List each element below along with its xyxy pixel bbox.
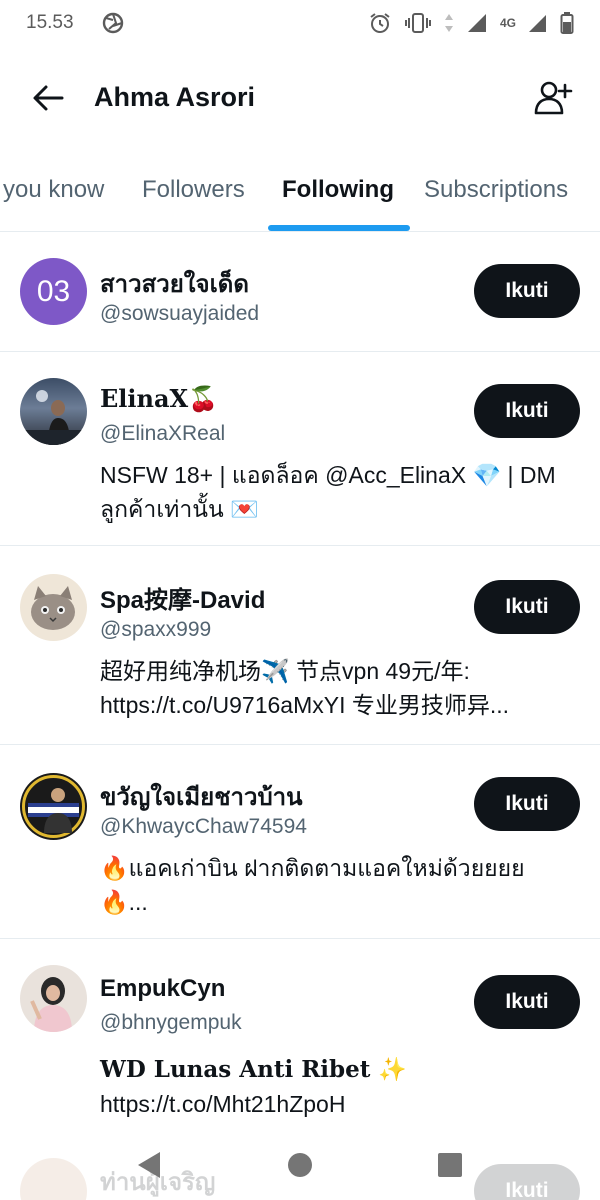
profile-header: Ahma Asrori <box>0 62 600 134</box>
add-user-icon <box>534 81 573 115</box>
follow-button[interactable]: Ikuti <box>474 975 580 1029</box>
signal-2-icon <box>528 12 548 34</box>
battery-icon <box>560 11 574 35</box>
bio-line: 超好用纯净机场✈️ 节点vpn 49元/年: <box>100 658 470 684</box>
avatar-logo <box>22 775 85 838</box>
user-name: ขวัญใจเมียชาวบ้าน <box>100 782 303 811</box>
user-handle: @bhnygempuk <box>100 1011 242 1034</box>
nav-home-button[interactable] <box>283 1148 317 1182</box>
add-user-button[interactable] <box>532 76 576 120</box>
avatar-cat-illustration <box>31 586 75 630</box>
circle-home-icon <box>288 1153 312 1177</box>
avatar-initials: 03 <box>36 274 71 308</box>
user-handle: @KhwaycChaw74594 <box>100 815 307 838</box>
alarm-icon <box>368 11 392 35</box>
avatar[interactable]: 03 <box>20 258 87 325</box>
system-nav-bar <box>0 1130 600 1200</box>
tab-you-know[interactable]: you know <box>3 176 104 204</box>
user-handle: @sowsuayjaided <box>100 302 260 325</box>
bio-line: https://t.co/Mht21hZpoH <box>100 1091 346 1117</box>
avatar[interactable] <box>20 773 87 840</box>
status-bar: 15.53 4G <box>0 0 600 46</box>
user-bio: 🔥แอคเก่าบิน ฝากติดตามแอคใหม่ด้วยยยย 🔥... <box>100 851 580 919</box>
data-arrows-icon <box>444 12 454 34</box>
avatar[interactable] <box>20 574 87 641</box>
avatar[interactable] <box>20 965 87 1032</box>
user-name: ElinaX🍒 <box>100 384 219 413</box>
signal-icon <box>466 12 488 34</box>
nav-back-button[interactable] <box>132 1148 166 1182</box>
follow-button[interactable]: Ikuti <box>474 580 580 634</box>
user-name: EmpukCyn <box>100 975 226 1002</box>
bio-line: ลูกค้าเท่านั้น 💌 <box>100 496 259 522</box>
active-tab-indicator <box>268 225 410 231</box>
tab-followers[interactable]: Followers <box>142 176 245 204</box>
vibrate-icon <box>404 12 432 34</box>
tab-following[interactable]: Following <box>282 176 394 204</box>
user-handle: @ElinaXReal <box>100 422 226 445</box>
bio-line: 🔥แอคเก่าบิน ฝากติดตามแอคใหม่ด้วยยยย <box>100 855 525 881</box>
bio-line: NSFW 18+ | แอดล็อค @Acc_ElinaX 💎 | DM <box>100 462 556 488</box>
follow-button[interactable]: Ikuti <box>474 264 580 318</box>
user-bio: WD Lunas Anti Ribet ✨ https://t.co/Mht21… <box>100 1053 580 1121</box>
user-name: สาวสวยใจเด็ด <box>100 271 249 298</box>
tab-bar: you know Followers Following Subscriptio… <box>0 164 600 232</box>
back-button[interactable] <box>30 80 66 116</box>
avatar-photo <box>20 390 87 445</box>
follow-button[interactable]: Ikuti <box>474 777 580 831</box>
network-type-label: 4G <box>499 16 516 30</box>
following-list: 03 สาวสวยใจเด็ด @sowsuayjaided Ikuti Eli… <box>0 232 600 1149</box>
avatar[interactable] <box>20 378 87 445</box>
square-recents-icon <box>438 1153 462 1177</box>
tab-subscriptions[interactable]: Subscriptions <box>424 176 568 204</box>
list-item[interactable]: ElinaX🍒 @ElinaXReal NSFW 18+ | แอดล็อค @… <box>0 352 600 546</box>
bio-line: 🔥... <box>100 889 148 915</box>
list-item[interactable]: 03 สาวสวยใจเด็ด @sowsuayjaided Ikuti <box>0 232 600 352</box>
status-icons: 4G <box>368 11 574 35</box>
network-signal: 4G <box>500 16 516 30</box>
page-title: Ahma Asrori <box>94 82 256 112</box>
list-item[interactable]: Spa按摩-David @spaxx999 超好用纯净机场✈️ 节点vpn 49… <box>0 546 600 745</box>
user-bio: NSFW 18+ | แอดล็อค @Acc_ElinaX 💎 | DM ลู… <box>100 458 580 526</box>
back-arrow-icon <box>33 85 64 111</box>
follow-button[interactable]: Ikuti <box>474 384 580 438</box>
aperture-icon <box>102 12 124 34</box>
bio-line: https://t.co/U9716aMxYI 专业男技师异... <box>100 692 510 718</box>
list-item[interactable]: EmpukCyn @bhnygempuk WD Lunas Anti Ribet… <box>0 939 600 1149</box>
user-handle: @spaxx999 <box>100 618 212 641</box>
list-item[interactable]: ขวัญใจเมียชาวบ้าน @KhwaycChaw74594 🔥แอคเ… <box>0 745 600 939</box>
user-name: Spa按摩-David <box>100 587 266 614</box>
status-time: 15.53 <box>26 12 74 33</box>
avatar-photo <box>30 977 72 1032</box>
user-bio: 超好用纯净机场✈️ 节点vpn 49元/年: https://t.co/U971… <box>100 654 570 722</box>
triangle-back-icon <box>138 1152 160 1178</box>
nav-recents-button[interactable] <box>433 1148 467 1182</box>
bio-line: WD Lunas Anti Ribet ✨ <box>100 1056 408 1083</box>
